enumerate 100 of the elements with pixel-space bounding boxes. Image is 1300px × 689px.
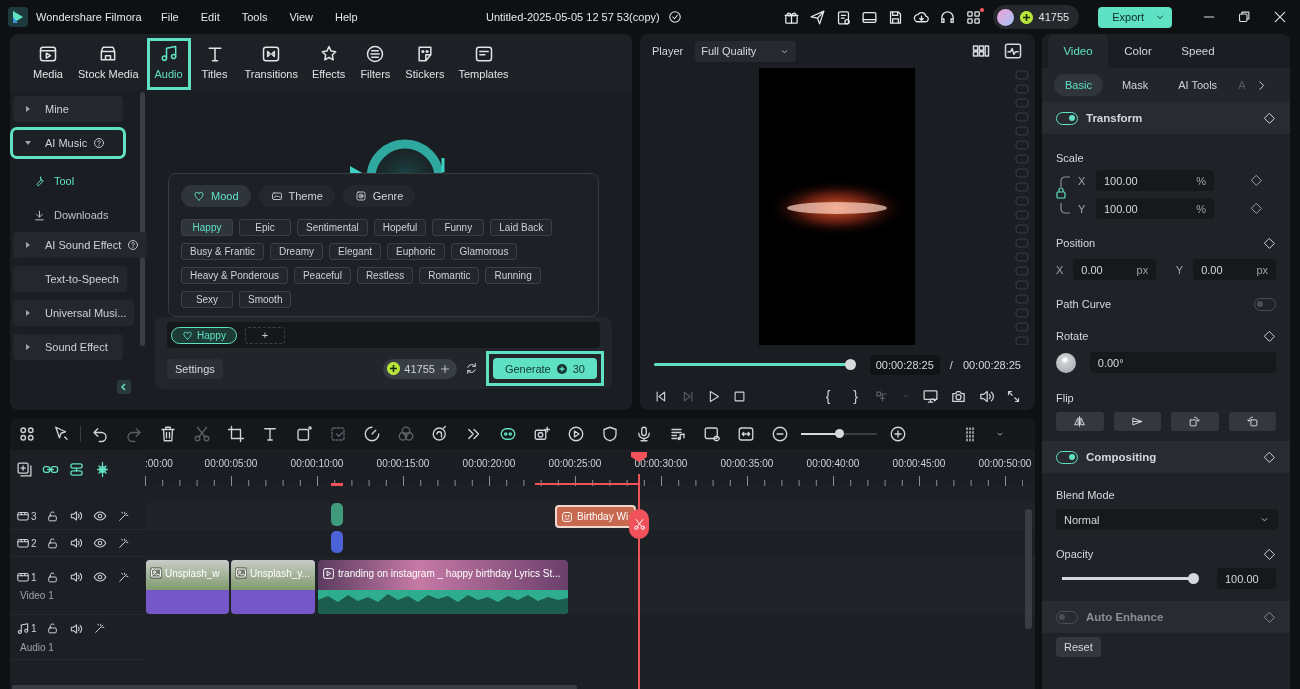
- close-icon[interactable]: [1272, 9, 1288, 25]
- magic-wand-icon[interactable]: [117, 570, 130, 584]
- panel-tab[interactable]: Video: [1048, 34, 1108, 68]
- sidebar-item[interactable]: Mine: [13, 96, 123, 122]
- menu-item[interactable]: File: [157, 5, 183, 29]
- section-header[interactable]: Auto Enhance: [1042, 601, 1290, 633]
- settings-button[interactable]: Settings: [167, 358, 223, 379]
- text-icon[interactable]: [261, 425, 279, 443]
- blend-mode-dropdown[interactable]: Normal: [1056, 509, 1278, 530]
- magic-wand-icon[interactable]: [93, 622, 106, 635]
- ai-sparkle-icon[interactable]: [431, 425, 449, 443]
- lock-icon[interactable]: [46, 570, 59, 584]
- mood-tag[interactable]: Romantic: [419, 267, 480, 284]
- number-field[interactable]: 100.00 %: [1096, 170, 1214, 191]
- shape-icon[interactable]: [295, 425, 313, 443]
- share-icon[interactable]: [808, 8, 826, 26]
- number-field[interactable]: 0.00 px: [1073, 259, 1157, 280]
- mark-out-button[interactable]: }: [847, 388, 864, 404]
- dashed-frame-icon[interactable]: [329, 425, 347, 443]
- keyframe-diamond-icon[interactable]: [1263, 610, 1276, 624]
- flip-horizontal-button[interactable]: [1056, 412, 1104, 431]
- microphone-icon[interactable]: [635, 425, 653, 443]
- eye-icon[interactable]: [93, 509, 107, 523]
- mood-tag[interactable]: Dreamy: [270, 243, 324, 260]
- media-tab[interactable]: Filters: [353, 38, 398, 90]
- mark-in-button[interactable]: {: [819, 388, 837, 404]
- rotate-left-button[interactable]: [1228, 412, 1276, 431]
- number-field[interactable]: 0.00°: [1089, 352, 1276, 373]
- eye-icon[interactable]: [93, 536, 107, 550]
- magic-wand-icon[interactable]: [117, 536, 130, 550]
- credits-pill[interactable]: 41755: [383, 358, 457, 379]
- mood-tag[interactable]: Sentimental: [297, 219, 368, 236]
- mood-tag[interactable]: Hopeful: [373, 219, 427, 236]
- apps-icon[interactable]: [18, 425, 36, 443]
- category-tab[interactable]: Mood: [181, 185, 251, 207]
- media-tab[interactable]: Media: [26, 38, 70, 90]
- mood-tag[interactable]: Busy & Frantic: [181, 243, 265, 260]
- media-tab[interactable]: Stock Media: [72, 38, 145, 90]
- zoom-handle[interactable]: [835, 429, 844, 438]
- reset-button[interactable]: Reset: [1056, 637, 1101, 657]
- headset-icon[interactable]: [938, 8, 956, 26]
- mood-tag[interactable]: Epic: [239, 219, 291, 236]
- quality-dropdown[interactable]: Full Quality: [695, 40, 797, 62]
- export-button[interactable]: Export: [1098, 6, 1172, 28]
- refresh-icon[interactable]: [464, 362, 478, 375]
- number-field[interactable]: 100.00: [1216, 568, 1276, 589]
- menu-item[interactable]: Edit: [196, 5, 224, 29]
- sub-tab[interactable]: Mask: [1110, 74, 1160, 96]
- media-tab[interactable]: Audio: [146, 38, 191, 90]
- sidebar-subitem[interactable]: Tool: [13, 164, 75, 198]
- keyframe-diamond-icon[interactable]: [1250, 202, 1263, 215]
- crop-icon[interactable]: [227, 425, 245, 443]
- sidebar-item[interactable]: Sound Effect: [13, 334, 123, 360]
- delete-icon[interactable]: [159, 425, 177, 443]
- rotate-dial[interactable]: [1056, 352, 1076, 373]
- fit-width-icon[interactable]: [737, 425, 755, 443]
- eye-icon[interactable]: [93, 570, 107, 584]
- number-field[interactable]: 0.00 px: [1193, 259, 1276, 280]
- undo-icon[interactable]: [91, 425, 109, 443]
- menu-item[interactable]: View: [285, 5, 318, 29]
- media-tab[interactable]: Stickers: [399, 38, 451, 90]
- scissors-icon[interactable]: [193, 425, 211, 443]
- screen-eye-icon[interactable]: [703, 425, 721, 443]
- menu-item[interactable]: Tools: [237, 5, 272, 29]
- account-credits[interactable]: 41755: [992, 5, 1080, 29]
- media-tab[interactable]: Effects: [305, 38, 352, 90]
- category-tab[interactable]: Genre: [342, 185, 416, 207]
- speaker-icon[interactable]: [69, 621, 83, 636]
- mood-tag[interactable]: Funny: [432, 219, 485, 236]
- speaker-icon[interactable]: [69, 509, 83, 523]
- title-clip[interactable]: Birthday Wi: [555, 505, 636, 528]
- marker-clip[interactable]: [331, 503, 343, 526]
- mood-tag[interactable]: Elegant: [329, 243, 382, 260]
- mood-tag[interactable]: Peaceful: [293, 267, 351, 284]
- sidebar-item[interactable]: Universal Musi...: [13, 300, 135, 326]
- vertical-scrollbar[interactable]: [1025, 509, 1032, 629]
- stop-icon[interactable]: [732, 388, 747, 404]
- collapse-button[interactable]: [117, 380, 131, 394]
- sidebar-subitem[interactable]: Downloads: [13, 198, 109, 232]
- mood-tag[interactable]: Smooth: [239, 291, 292, 308]
- mood-tag[interactable]: Sexy: [181, 291, 233, 308]
- redo-icon[interactable]: [125, 425, 143, 443]
- split-button[interactable]: [629, 509, 649, 539]
- color-circles-icon[interactable]: [397, 425, 415, 443]
- plus-icon[interactable]: [438, 362, 451, 375]
- marker-clip[interactable]: [331, 531, 343, 553]
- media-tab[interactable]: Templates: [452, 38, 515, 90]
- zoom-in-icon[interactable]: [889, 425, 907, 443]
- restore-icon[interactable]: [1237, 9, 1252, 24]
- snap-icon[interactable]: [94, 460, 111, 478]
- opacity-handle[interactable]: [1187, 573, 1199, 584]
- panel-tab[interactable]: Speed: [1168, 34, 1228, 68]
- keyframe-diamond-icon[interactable]: [1250, 174, 1263, 187]
- lock-icon[interactable]: [46, 622, 59, 635]
- lock-icon[interactable]: [46, 509, 59, 523]
- speed-icon[interactable]: [363, 425, 381, 443]
- mood-tag[interactable]: Happy: [181, 219, 233, 236]
- playhead-handle[interactable]: [844, 359, 856, 370]
- magnet-icon[interactable]: [68, 460, 85, 478]
- speaker-icon[interactable]: [69, 536, 83, 550]
